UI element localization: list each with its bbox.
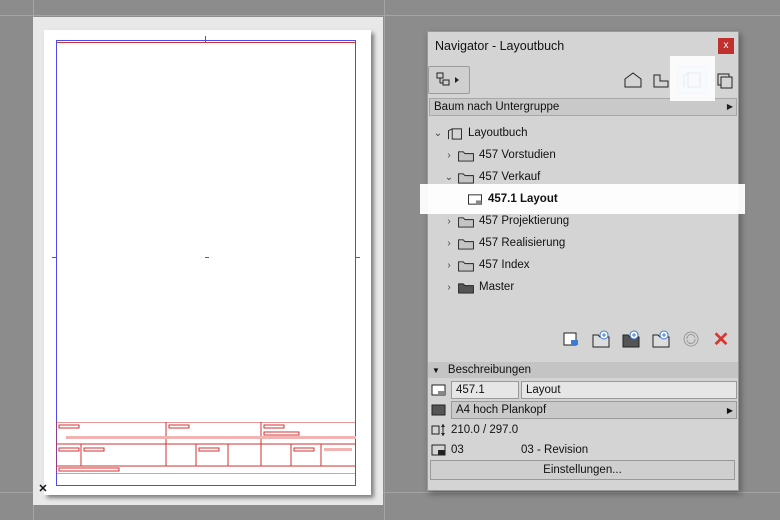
- tree-item-label: 457.1 Layout: [488, 193, 558, 205]
- revision-label: 03 - Revision: [521, 444, 589, 456]
- new-independent-icon[interactable]: [650, 328, 672, 350]
- tree-item-layout-selected[interactable]: 457.1 Layout: [464, 188, 558, 210]
- master-layout-label: A4 hoch Plankopf: [456, 404, 547, 416]
- revision-number: 03: [451, 444, 464, 456]
- tree-item-label: 457 Projektierung: [479, 215, 570, 227]
- subset-folder-icon: [458, 260, 474, 272]
- layout-page-icon: [468, 193, 482, 205]
- tree-item-label: 457 Realisierung: [479, 237, 566, 249]
- revision-row: 03 03 - Revision: [428, 440, 738, 460]
- layout-sheet[interactable]: [44, 30, 371, 495]
- layout-id-field[interactable]: 457.1: [451, 381, 519, 399]
- master-row: A4 hoch Plankopf ▶: [428, 400, 738, 420]
- navigator-close-button[interactable]: x: [718, 38, 734, 54]
- chevron-right-icon: ▶: [726, 102, 733, 111]
- sheet-margin-box: [56, 40, 356, 486]
- layout-tree: ⌄ Layoutbuch › 457 Vorstudien ⌄ 457 Verk…: [428, 120, 738, 320]
- navigator-mode-dropdown[interactable]: [428, 66, 470, 94]
- title-block: [55, 421, 357, 475]
- tree-root-layoutbuch[interactable]: ⌄ Layoutbuch: [432, 122, 527, 144]
- chevron-down-icon: ⌄: [444, 171, 454, 183]
- master-folder-icon: [458, 282, 474, 294]
- revision-icon: [431, 444, 446, 456]
- tree-dropdown-icon: [436, 72, 459, 86]
- chevron-right-icon: ›: [447, 281, 451, 293]
- chevron-right-icon: ›: [447, 149, 451, 161]
- layout-book-icon: [448, 127, 462, 140]
- subset-folder-icon: [458, 172, 474, 184]
- size-value: 210.0 / 297.0: [451, 424, 519, 436]
- active-view-highlight: [670, 56, 715, 101]
- subset-folder-icon: [458, 150, 474, 162]
- size-row: 210.0 / 297.0: [428, 420, 738, 440]
- tree-actions-toolbar: ✕: [428, 328, 738, 356]
- master-layout-select[interactable]: A4 hoch Plankopf ▶: [451, 401, 737, 419]
- chevron-right-icon: ▶: [726, 406, 733, 415]
- guide-line-top: [0, 15, 780, 16]
- center-mark: [205, 257, 209, 258]
- center-tick-top: [205, 36, 206, 42]
- tree-item-vorstudien[interactable]: › 457 Vorstudien: [443, 144, 556, 166]
- tree-item-label: 457 Index: [479, 259, 530, 271]
- publisher-sets-icon[interactable]: [712, 68, 736, 92]
- subset-folder-icon: [458, 216, 474, 228]
- chevron-right-icon: ›: [447, 237, 451, 249]
- master-layout-icon: [431, 404, 446, 416]
- descriptions-title: Beschreibungen: [447, 364, 532, 376]
- title-block-graphic: [55, 421, 357, 475]
- left-tick: [52, 257, 56, 258]
- guide-line-right: [384, 0, 385, 520]
- size-icon: [431, 424, 445, 436]
- descriptions-header[interactable]: ▼ Beschreibungen: [428, 362, 738, 378]
- new-subset-icon[interactable]: [590, 328, 612, 350]
- subset-folder-icon: [458, 238, 474, 250]
- new-layout-icon[interactable]: [560, 328, 582, 350]
- tree-item-index[interactable]: › 457 Index: [443, 254, 530, 276]
- settings-button[interactable]: Einstellungen...: [430, 460, 735, 480]
- chevron-down-icon: ⌄: [433, 127, 443, 139]
- right-tick: [356, 257, 360, 258]
- tree-item-realisierung[interactable]: › 457 Realisierung: [443, 232, 565, 254]
- layout-page-icon: [431, 384, 446, 396]
- new-master-icon[interactable]: [620, 328, 642, 350]
- chevron-down-icon: ▼: [432, 365, 440, 375]
- chevron-right-icon: ›: [447, 259, 451, 271]
- project-map-icon[interactable]: [621, 68, 645, 92]
- tree-item-master[interactable]: › Master: [443, 276, 514, 298]
- update-icon[interactable]: [680, 328, 702, 350]
- tree-item-label: Master: [479, 281, 515, 293]
- delete-icon[interactable]: ✕: [710, 328, 732, 351]
- tree-item-label: 457 Verkauf: [479, 171, 541, 183]
- tree-item-label: 457 Vorstudien: [479, 149, 556, 161]
- tree-root-label: Layoutbuch: [468, 127, 528, 139]
- close-icon[interactable]: ✕: [38, 484, 48, 495]
- view-mode-label: Baum nach Untergruppe: [434, 101, 560, 113]
- id-name-row: 457.1 Layout: [428, 380, 738, 400]
- chevron-right-icon: ›: [447, 215, 451, 227]
- layout-name-field[interactable]: Layout: [521, 381, 737, 399]
